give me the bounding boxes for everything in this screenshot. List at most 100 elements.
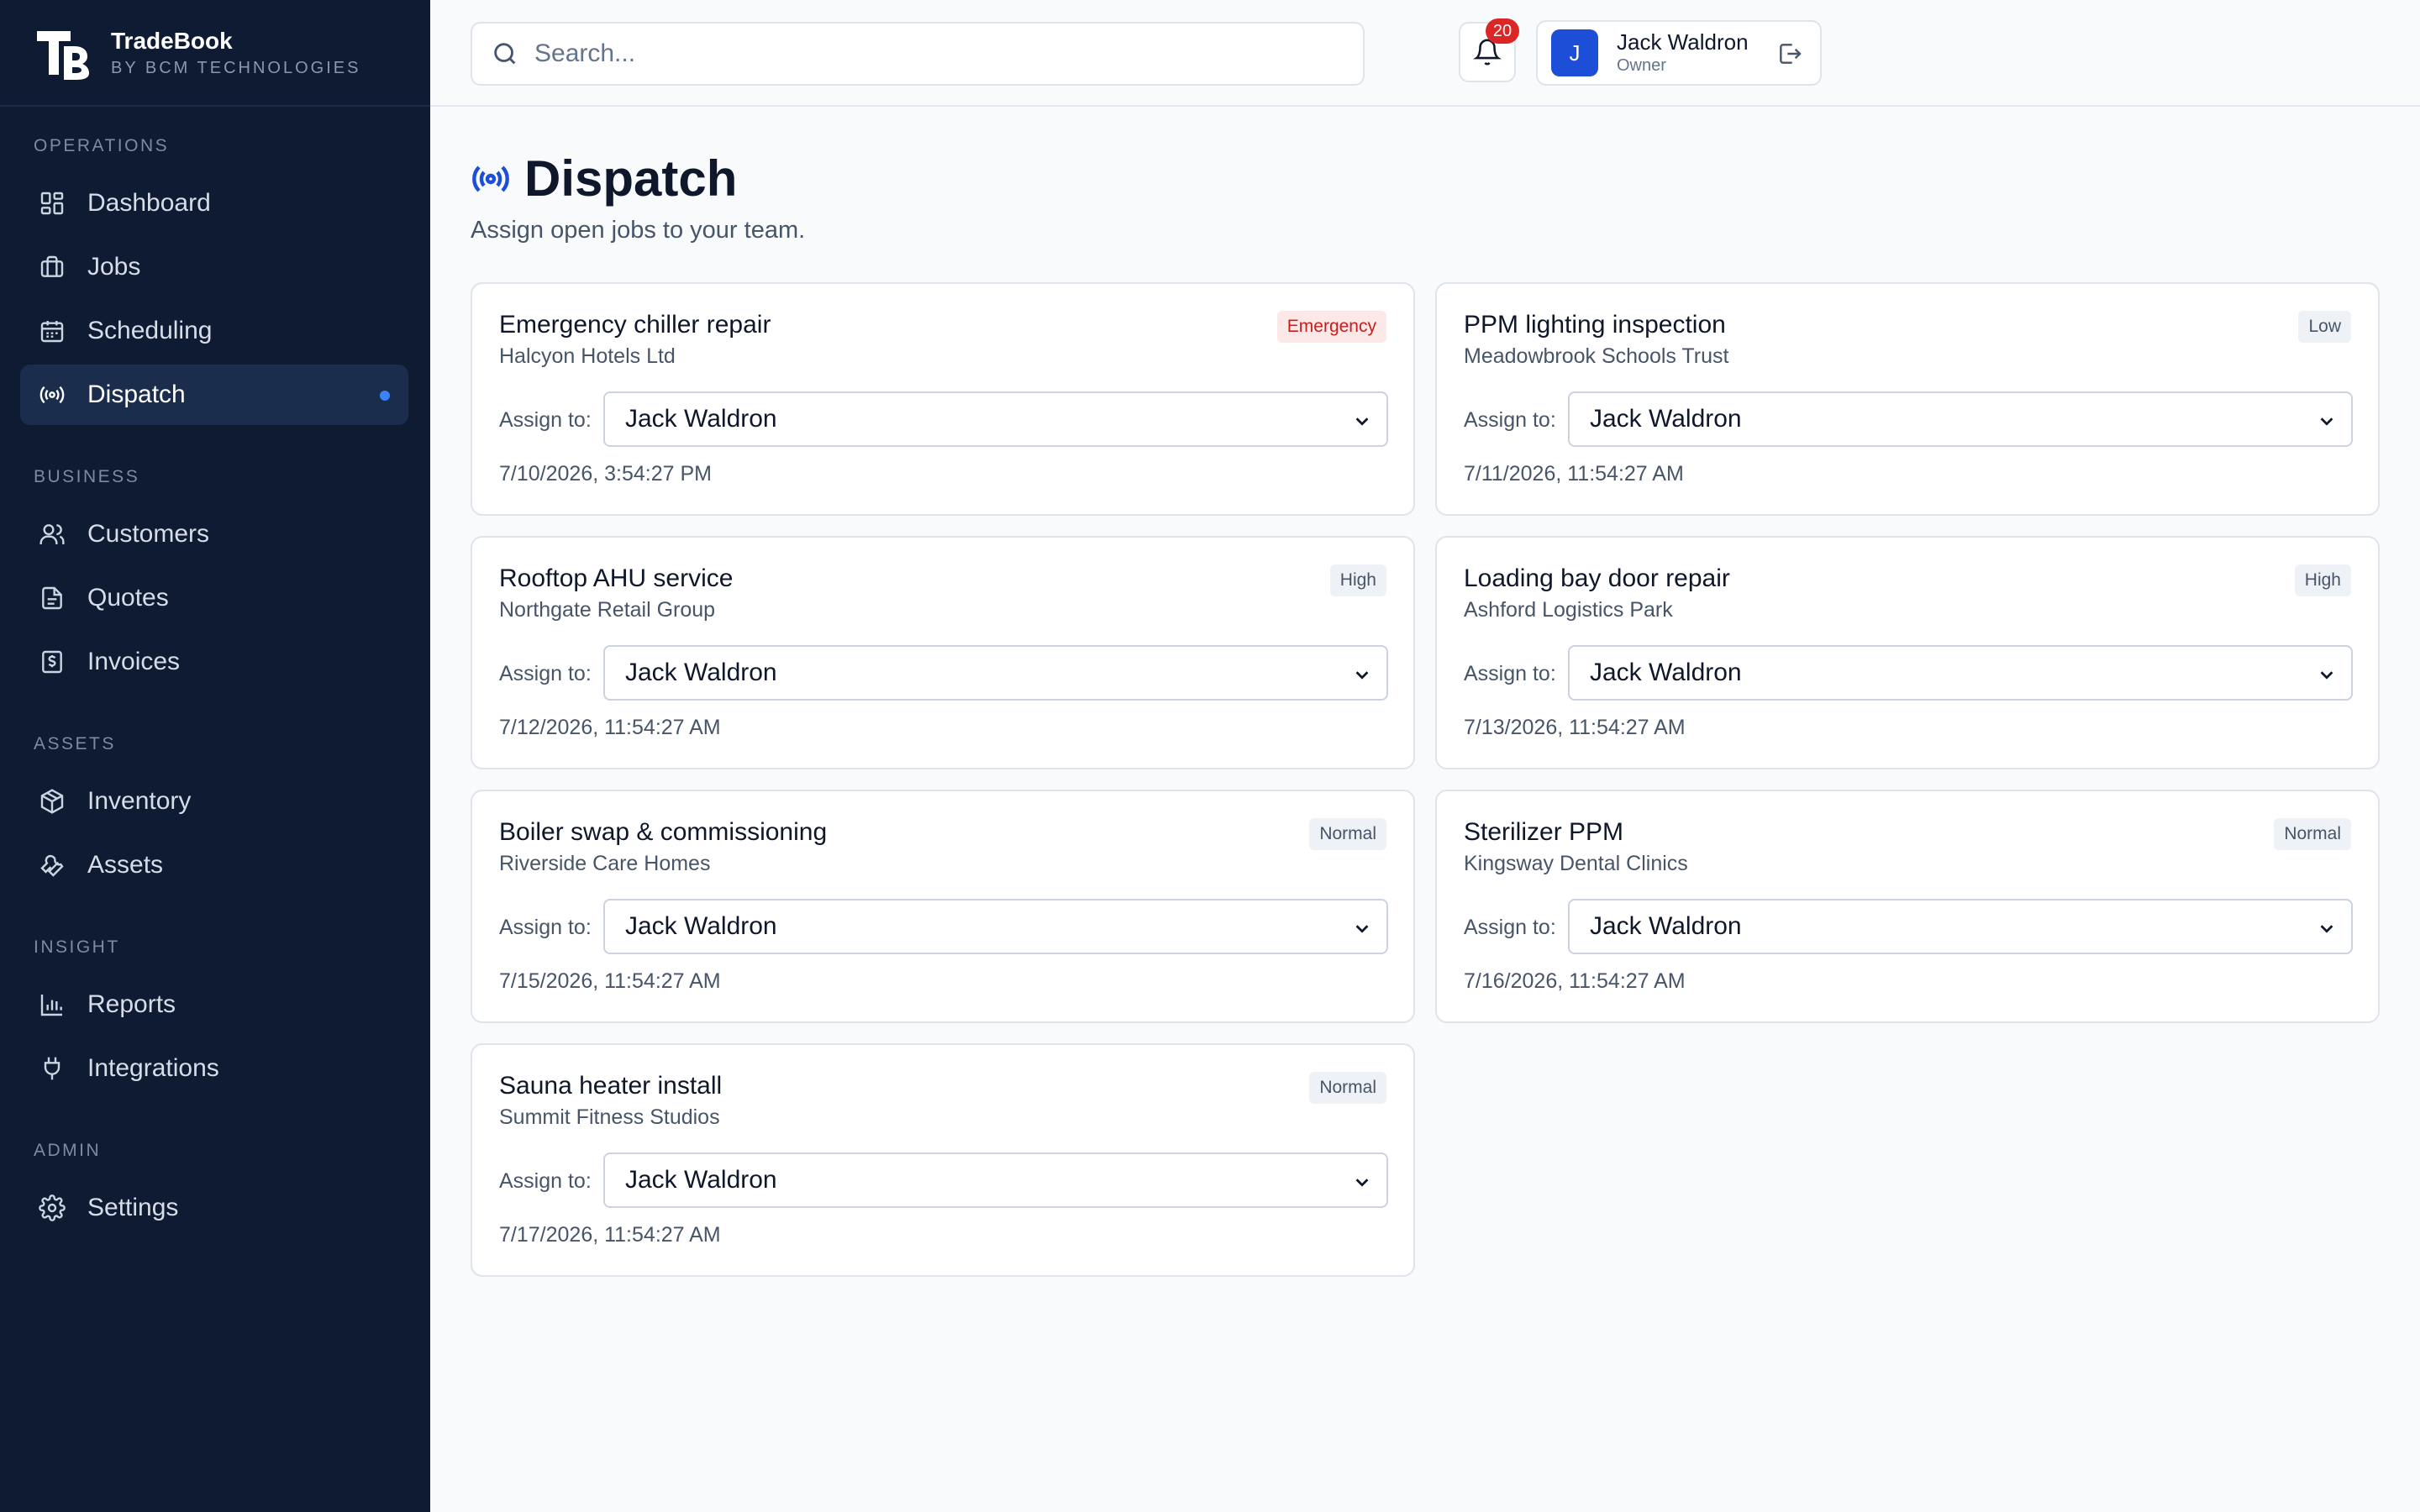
priority-badge: Low	[2298, 311, 2351, 343]
assign-label: Assign to:	[499, 662, 592, 685]
sidebar-item-reports[interactable]: Reports	[20, 974, 408, 1035]
document-icon	[37, 583, 67, 613]
tradebook-logo	[37, 30, 89, 80]
dashboard-icon	[37, 188, 67, 218]
sidebar-item-dispatch[interactable]: Dispatch	[20, 365, 408, 425]
calendar-icon	[37, 316, 67, 346]
broadcast-icon	[37, 380, 67, 410]
priority-badge: Normal	[1309, 1072, 1386, 1104]
job-card: Rooftop AHU service Northgate Retail Gro…	[471, 536, 1415, 769]
assignee-select[interactable]: Jack Waldron	[603, 391, 1388, 447]
sidebar-item-integrations[interactable]: Integrations	[20, 1038, 408, 1099]
sidebar-item-invoices[interactable]: Invoices	[20, 632, 408, 692]
chevron-down-icon	[1355, 925, 1369, 933]
sidebar-item-label: Quotes	[87, 584, 169, 612]
search-box[interactable]	[471, 22, 1365, 86]
job-date: 7/13/2026, 11:54:27 AM	[1464, 716, 1686, 739]
assignee-value: Jack Waldron	[1590, 659, 1742, 686]
sidebar-item-label: Inventory	[87, 787, 192, 815]
job-date: 7/17/2026, 11:54:27 AM	[499, 1223, 721, 1247]
gear-icon	[37, 1193, 67, 1223]
assign-label: Assign to:	[1464, 662, 1556, 685]
sidebar-item-label: Dashboard	[87, 189, 211, 217]
sidebar-item-assets[interactable]: Assets	[20, 835, 408, 895]
priority-badge: High	[2294, 564, 2351, 596]
job-date: 7/12/2026, 11:54:27 AM	[499, 716, 721, 739]
sidebar-item-label: Reports	[87, 990, 176, 1018]
priority-badge: Emergency	[1276, 311, 1386, 343]
search-input[interactable]	[534, 39, 1341, 68]
nav-section-operations: OPERATIONS	[34, 136, 170, 155]
top-bar: 20 J Jack Waldron Owner	[430, 0, 2420, 107]
assignee-select[interactable]: Jack Waldron	[1568, 391, 2353, 447]
nav-section-assets: ASSETS	[34, 734, 116, 753]
brand-name: TradeBook	[111, 27, 233, 54]
job-card: PPM lighting inspection Meadowbrook Scho…	[1435, 282, 2380, 516]
invoice-icon	[37, 647, 67, 677]
job-card: Loading bay door repair Ashford Logistic…	[1435, 536, 2380, 769]
assignee-select[interactable]: Jack Waldron	[1568, 645, 2353, 701]
assignee-select[interactable]: Jack Waldron	[1568, 899, 2353, 954]
assign-label: Assign to:	[499, 408, 592, 432]
assignee-value: Jack Waldron	[625, 659, 777, 686]
assignee-select[interactable]: Jack Waldron	[603, 645, 1388, 701]
active-indicator-dot	[380, 391, 390, 401]
job-title: Emergency chiller repair	[499, 311, 771, 339]
job-customer: Kingsway Dental Clinics	[1464, 852, 1688, 875]
assignee-select[interactable]: Jack Waldron	[603, 899, 1388, 954]
job-customer: Ashford Logistics Park	[1464, 598, 1673, 622]
notifications-button[interactable]: 20	[1459, 18, 1519, 82]
brand[interactable]: TradeBook BY BCM TECHNOLOGIES	[0, 0, 430, 107]
chevron-down-icon	[2320, 671, 2333, 680]
sidebar-item-dashboard[interactable]: Dashboard	[20, 173, 408, 234]
wrench-icon	[37, 850, 67, 880]
sidebar-item-customers[interactable]: Customers	[20, 504, 408, 564]
assign-label: Assign to:	[1464, 408, 1556, 432]
assignee-select[interactable]: Jack Waldron	[603, 1152, 1388, 1208]
assignee-value: Jack Waldron	[1590, 912, 1742, 940]
job-date: 7/15/2026, 11:54:27 AM	[499, 969, 721, 993]
avatar: J	[1551, 29, 1598, 76]
job-customer: Summit Fitness Studios	[499, 1105, 720, 1129]
assignee-value: Jack Waldron	[625, 912, 777, 940]
assignee-value: Jack Waldron	[1590, 405, 1742, 433]
sidebar-item-quotes[interactable]: Quotes	[20, 568, 408, 628]
job-date: 7/16/2026, 11:54:27 AM	[1464, 969, 1686, 993]
box-icon	[37, 786, 67, 816]
users-icon	[37, 519, 67, 549]
sidebar-item-label: Customers	[87, 520, 210, 548]
job-title: Loading bay door repair	[1464, 564, 1730, 592]
page-heading: Dispatch	[471, 150, 737, 207]
page-title: Dispatch	[524, 150, 738, 207]
nav-section-insight: INSIGHT	[34, 937, 120, 957]
priority-badge: Normal	[2274, 818, 2351, 850]
chevron-down-icon	[1355, 417, 1369, 426]
bar-chart-icon	[37, 990, 67, 1020]
sidebar-item-scheduling[interactable]: Scheduling	[20, 301, 408, 361]
chevron-down-icon	[2320, 417, 2333, 426]
plug-icon	[37, 1053, 67, 1084]
job-date: 7/11/2026, 11:54:27 AM	[1464, 462, 1684, 486]
logout-icon[interactable]	[1776, 40, 1803, 67]
sidebar-item-label: Invoices	[87, 648, 181, 675]
user-menu[interactable]: J Jack Waldron Owner	[1536, 20, 1822, 86]
sidebar-item-settings[interactable]: Settings	[20, 1178, 408, 1238]
briefcase-icon	[37, 252, 67, 282]
sidebar-item-jobs[interactable]: Jobs	[20, 237, 408, 297]
sidebar-item-label: Settings	[87, 1194, 179, 1221]
job-card: Emergency chiller repair Halcyon Hotels …	[471, 282, 1415, 516]
assign-label: Assign to:	[499, 1169, 592, 1193]
priority-badge: Normal	[1309, 818, 1386, 850]
chevron-down-icon	[2320, 925, 2333, 933]
chevron-down-icon	[1355, 671, 1369, 680]
job-customer: Meadowbrook Schools Trust	[1464, 344, 1729, 368]
nav-section-business: BUSINESS	[34, 467, 140, 486]
sidebar: TradeBook BY BCM TECHNOLOGIES OPERATIONS…	[0, 0, 430, 1512]
job-title: Boiler swap & commissioning	[499, 818, 828, 846]
chevron-down-icon	[1355, 1179, 1369, 1187]
job-title: Sauna heater install	[499, 1072, 723, 1100]
sidebar-item-inventory[interactable]: Inventory	[20, 771, 408, 832]
user-role: Owner	[1617, 56, 1666, 75]
job-customer: Northgate Retail Group	[499, 598, 716, 622]
sidebar-item-label: Dispatch	[87, 381, 186, 408]
